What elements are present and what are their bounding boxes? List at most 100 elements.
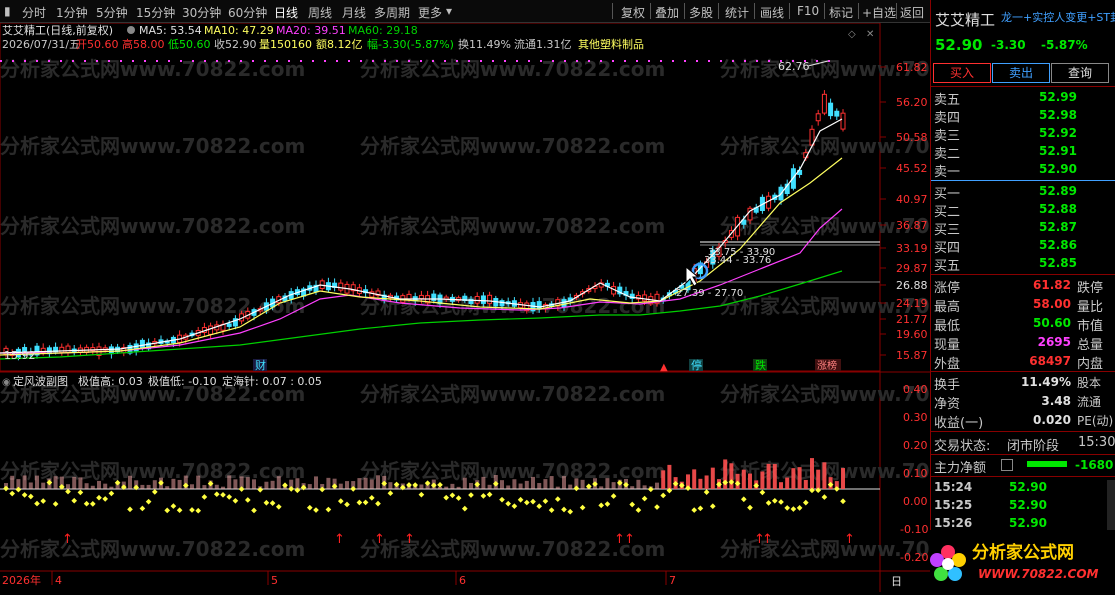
indicator-bar <box>748 473 752 489</box>
indicator-dot <box>778 499 784 505</box>
level-label: 27.39 - 27.70 <box>676 288 743 299</box>
stat-label: 最低 <box>934 319 961 334</box>
watermark-text: 分析家公式网www.70822.com <box>0 214 305 238</box>
indicator-dot <box>660 492 667 499</box>
indicator-dot <box>232 497 239 504</box>
indicator-bar <box>456 486 461 489</box>
indicator-bar <box>568 484 573 489</box>
bid-price[interactable]: 52.85 <box>1027 256 1077 270</box>
candle-body <box>208 325 214 335</box>
diamond-icon[interactable]: ◇ <box>848 29 856 40</box>
indicator-bar <box>221 486 225 489</box>
close-icon[interactable]: ✕ <box>866 29 874 40</box>
quote-panel: 艾艾精工 龙一+实控人变更+ST封 52.90 -3.30 -5.87% 买入 … <box>930 0 1115 592</box>
tick-time: 15:24 <box>934 480 973 494</box>
indicator-bar <box>810 458 814 489</box>
f10-button[interactable]: F10 <box>797 4 819 18</box>
indicator-dot <box>306 504 313 511</box>
tab-weekly[interactable]: 周线 <box>308 4 332 21</box>
buy-signal-arrow-icon: ↑ <box>374 532 385 547</box>
price-tick: 50.58 <box>896 131 928 144</box>
indicator-bar <box>760 471 765 489</box>
bid-price[interactable]: 52.86 <box>1027 238 1077 252</box>
indicator-bar <box>233 479 238 489</box>
indicator-dot <box>89 501 96 507</box>
kline-chart[interactable]: 分析家公式网www.70822.com 分析家公式网www.70822.com … <box>0 23 930 592</box>
tab-monthly[interactable]: 月线 <box>342 4 366 21</box>
bid-price[interactable]: 52.89 <box>1027 184 1077 198</box>
tab-60min[interactable]: 60分钟 <box>228 4 267 21</box>
tab-1min[interactable]: 1分钟 <box>56 4 88 21</box>
amount-label: 额8.12亿 <box>316 38 363 51</box>
query-button[interactable]: 查询 <box>1051 63 1109 83</box>
mark-button[interactable]: 标记 <box>829 4 853 21</box>
indicator-dot <box>195 507 202 514</box>
overlay-button[interactable]: 叠加 <box>655 4 679 21</box>
time-label: 4 <box>55 574 62 587</box>
ticker-info[interactable]: 龙一+实控人变更+ST封 <box>1001 9 1115 25</box>
indicator-bar <box>785 477 790 489</box>
menu-icon[interactable]: ▮ <box>4 4 11 18</box>
level-label: 33.44 - 33.76 <box>704 255 771 266</box>
tab-5min[interactable]: 5分钟 <box>96 4 128 21</box>
indicator-dot <box>27 493 34 500</box>
indicator-bar <box>642 485 647 489</box>
settings-icon[interactable] <box>127 26 135 34</box>
draw-line-button[interactable]: 画线 <box>760 4 784 21</box>
ask-price[interactable]: 52.99 <box>1027 90 1077 104</box>
event-arrow-icon[interactable]: ▲ <box>660 362 668 373</box>
statistics-button[interactable]: 统计 <box>725 4 749 21</box>
indicator-icon[interactable]: ◉ <box>2 377 11 388</box>
back-button[interactable]: 返回 <box>900 4 924 21</box>
indicator-bar <box>537 483 542 489</box>
indicator-dot <box>598 502 605 509</box>
bid-price[interactable]: 52.88 <box>1027 202 1077 216</box>
trade-time: 15:30 <box>1078 435 1115 450</box>
sell-button[interactable]: 卖出 <box>992 63 1050 83</box>
time-corner[interactable]: 日 <box>891 575 902 588</box>
indicator-dot <box>344 501 350 508</box>
indicator-dot <box>145 498 152 505</box>
indicator-bar <box>636 479 641 489</box>
indicator-bar <box>605 478 610 489</box>
change-label: 幅-3.30(-5.87%) <box>367 38 454 51</box>
indicator-dot <box>263 499 270 506</box>
tab-fenshi[interactable]: 分时 <box>22 4 46 21</box>
indicator-bar <box>661 470 666 489</box>
chevron-down-icon[interactable]: ▾ <box>446 4 452 18</box>
ask-price[interactable]: 52.92 <box>1027 126 1077 140</box>
ask-price[interactable]: 52.91 <box>1027 144 1077 158</box>
tab-multi-period[interactable]: 多周期 <box>374 4 410 21</box>
tick-time: 15:25 <box>934 498 973 512</box>
bid-price[interactable]: 52.87 <box>1027 220 1077 234</box>
indicator-bar <box>264 481 269 489</box>
restore-rights-button[interactable]: 复权 <box>621 4 645 21</box>
indicator-bar <box>741 469 746 489</box>
stat-label: 内盘 <box>1077 357 1104 372</box>
tab-daily[interactable]: 日线 <box>274 4 298 21</box>
logo-text: 分析家公式网 <box>972 542 1074 563</box>
chart-icon[interactable] <box>1001 459 1013 471</box>
bid-label: 买四 <box>934 241 961 256</box>
stat-value: 3.48 <box>1041 394 1071 408</box>
watermark-text: 分析家公式网www.70822.com <box>0 57 305 81</box>
add-favorite-button[interactable]: +自选 <box>862 4 896 21</box>
indicator-bar <box>630 486 635 489</box>
watermark-text: 分析家公式网www.70822.com <box>360 134 665 158</box>
indicator-bar <box>462 477 467 489</box>
stat-label: 总量 <box>1077 338 1104 353</box>
site-logo: 分析家公式网 WWW.70822.COM <box>930 530 1115 592</box>
indicator-dot <box>567 508 574 515</box>
event-marker-die-label: 跌 <box>755 358 766 372</box>
ask-price[interactable]: 52.90 <box>1027 162 1077 176</box>
volume-label: 量150160 <box>259 38 312 51</box>
tab-more[interactable]: 更多 <box>418 4 442 21</box>
buy-button[interactable]: 买入 <box>933 63 991 83</box>
tab-30min[interactable]: 30分钟 <box>182 4 221 21</box>
tick-scrollbar[interactable] <box>1107 480 1115 534</box>
ask-price[interactable]: 52.98 <box>1027 108 1077 122</box>
multi-stock-button[interactable]: 多股 <box>689 4 713 21</box>
stat-value: 61.82 <box>1033 278 1071 292</box>
bid-label: 买一 <box>934 187 961 202</box>
tab-15min[interactable]: 15分钟 <box>136 4 175 21</box>
